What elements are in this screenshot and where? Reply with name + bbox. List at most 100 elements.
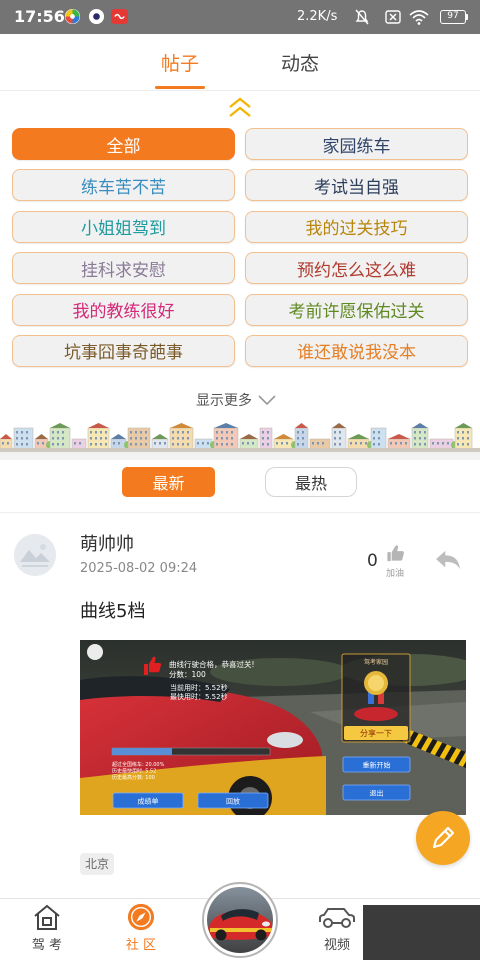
tab-posts[interactable]: 帖子 [150, 49, 210, 76]
town-window [135, 437, 137, 440]
game-stat-line: 历史最快用时: 5.52 [112, 768, 156, 775]
game-score: 分数：100 [169, 669, 206, 679]
town-window [62, 437, 64, 440]
town-window [202, 442, 204, 445]
town-window [42, 442, 44, 445]
game-report-label: 成绩单 [138, 797, 159, 806]
post-image[interactable]: 曲线行驶合格，恭喜过关! 分数：100 当前用时：5.52秒 最快用时：5.52… [80, 640, 466, 815]
game-share-label: 分享一下 [360, 728, 392, 738]
sort-latest-button[interactable]: 最新 [122, 467, 215, 497]
town-window [216, 431, 218, 434]
town-window [52, 443, 54, 446]
category-ladies-arrive[interactable]: 小姐姐驾到 [12, 210, 235, 243]
avatar[interactable] [14, 534, 56, 576]
tab-dynamic[interactable]: 动态 [270, 49, 330, 76]
town-window [26, 437, 28, 440]
nav-item-community[interactable]: 社 区 [111, 903, 171, 960]
category-exam-strength[interactable]: 考试当自强 [245, 169, 468, 202]
sort-hottest-button[interactable]: 最热 [265, 467, 357, 497]
town-window [424, 431, 426, 434]
category-pass-tips[interactable]: 我的过关技巧 [245, 210, 468, 243]
town-window [135, 443, 137, 446]
town-window [100, 431, 102, 434]
category-fail-comfort[interactable]: 挂科求安慰 [12, 252, 235, 285]
town-window [267, 437, 269, 440]
nav-item-exam[interactable]: 驾 考 [17, 903, 77, 960]
town-window [130, 443, 132, 446]
game-moon [87, 644, 103, 660]
nav-label: 视频 [323, 938, 350, 953]
town-window [130, 437, 132, 440]
town-window [182, 443, 184, 446]
town-window [302, 437, 304, 440]
town-window [339, 431, 341, 434]
town-window [105, 437, 107, 440]
town-window [79, 442, 81, 445]
category-good-coach[interactable]: 我的教练很好 [12, 293, 235, 326]
town-roof [50, 423, 70, 428]
reply-arrow-icon[interactable] [434, 549, 462, 571]
compose-post-button[interactable] [416, 811, 470, 865]
game-medal-inner [368, 675, 384, 691]
collapse-chevron-up-icon[interactable] [226, 96, 254, 120]
town-window [57, 431, 59, 434]
town-window [52, 437, 54, 440]
location-tag[interactable]: 北京 [80, 853, 114, 875]
game-progress-fill [112, 748, 172, 755]
town-window [467, 437, 469, 440]
game-stat-line: 超过全国练车: 20.00% [112, 761, 165, 768]
town-window [378, 443, 380, 446]
category-no-license[interactable]: 谁还敢说我没本 [245, 334, 468, 367]
town-window [221, 443, 223, 446]
town-window [360, 442, 362, 445]
car-badge-icon[interactable] [202, 882, 278, 958]
category-booking-hard[interactable]: 预约怎么这么难 [245, 252, 468, 285]
town-window [172, 437, 174, 440]
town-window [373, 443, 375, 446]
category-all[interactable]: 全部 [12, 128, 235, 160]
town-window [140, 437, 142, 440]
game-result-message: 曲线行驶合格，恭喜过关! [169, 659, 255, 669]
town-roof [388, 434, 410, 439]
town-roof [35, 434, 48, 439]
town-window [95, 437, 97, 440]
town-window [90, 437, 92, 440]
town-window [262, 443, 264, 446]
thumbs-up-icon[interactable] [386, 544, 405, 563]
town-building [294, 427, 309, 450]
list-divider [0, 512, 480, 513]
town-window [177, 443, 179, 446]
town-window [457, 431, 459, 434]
show-more-button[interactable]: 显示更多 [196, 390, 288, 410]
town-roof [240, 434, 258, 439]
town-window [437, 442, 439, 445]
town-window [286, 442, 288, 445]
town-window [95, 431, 97, 434]
town-roof [214, 423, 238, 428]
nav-item-video[interactable]: 视频 [307, 903, 367, 960]
town-roof [348, 434, 369, 439]
town-window [462, 443, 464, 446]
town-window [419, 437, 421, 440]
town-window [247, 442, 249, 445]
town-window [221, 431, 223, 434]
town-window [105, 443, 107, 446]
game-exit-label: 退出 [370, 789, 384, 798]
town-window [252, 442, 254, 445]
avatar-placeholder-icon [14, 534, 56, 576]
category-grid: 全部 家园练车 练车苦不苦 考试当自强 小姐姐驾到 我的过关技巧 挂科求安慰 预… [12, 128, 468, 367]
town-window [95, 443, 97, 446]
game-panel-car [354, 707, 398, 721]
town-window [339, 437, 341, 440]
town-window [62, 443, 64, 446]
category-practice-hardship[interactable]: 练车苦不苦 [12, 169, 235, 202]
town-window [378, 431, 380, 434]
category-pre-exam-wish[interactable]: 考前许愿保佑过关 [245, 293, 468, 326]
town-window [424, 443, 426, 446]
category-home-practice[interactable]: 家园练车 [245, 128, 468, 160]
post-author[interactable]: 萌帅帅 [80, 530, 134, 556]
category-funny-stories[interactable]: 坑事囧事奇葩事 [12, 334, 235, 367]
town-window [419, 443, 421, 446]
town-window [373, 431, 375, 434]
circle-app-icon [88, 8, 105, 25]
